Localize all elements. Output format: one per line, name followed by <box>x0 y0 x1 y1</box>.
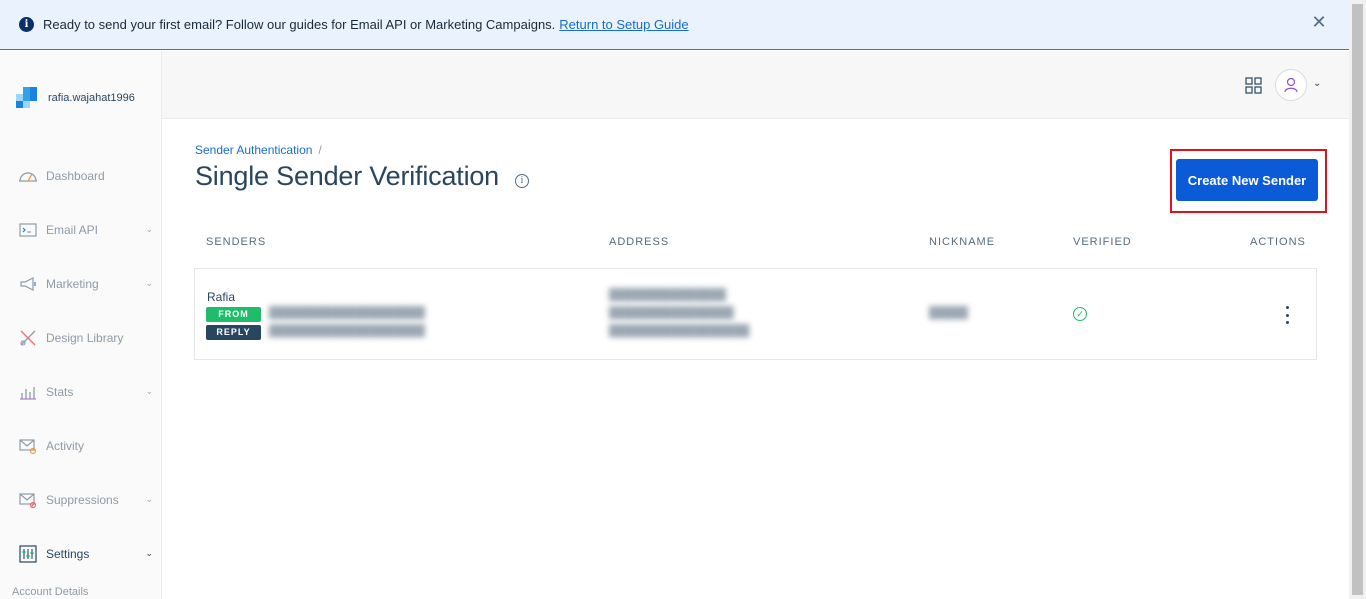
page-title: Single Sender Verification <box>195 161 499 191</box>
chevron-down-icon: ⌄ <box>145 278 153 288</box>
sidebar-item-label: Settings <box>46 547 90 561</box>
design-library-icon <box>18 328 38 348</box>
chevron-down-icon: ⌄ <box>145 548 153 558</box>
megaphone-icon <box>18 274 38 294</box>
app-grid-icon[interactable] <box>1245 77 1262 94</box>
sidebar-item-activity[interactable]: Activity <box>0 431 161 461</box>
more-actions-icon[interactable] <box>1280 305 1294 325</box>
from-badge: FROM <box>206 307 261 322</box>
create-new-sender-button[interactable]: Create New Sender <box>1176 159 1318 201</box>
reply-badge: REPLY <box>206 325 261 340</box>
info-icon: i <box>19 17 34 32</box>
sidebar-item-label: Email API <box>46 223 99 237</box>
column-header-address: ADDRESS <box>609 236 670 248</box>
sendgrid-logo-icon <box>16 87 38 109</box>
sidebar-item-label: Suppressions <box>46 493 119 507</box>
sidebar-item-design-library[interactable]: Design Library <box>0 323 161 353</box>
close-icon[interactable]: ✕ <box>1311 13 1327 31</box>
table-row: Rafia FROM REPLY ████████████████████ ██… <box>194 268 1317 360</box>
chevron-down-icon: ⌄ <box>145 224 153 234</box>
stats-icon <box>18 382 38 402</box>
redacted-address-line-1: ███████████████ <box>609 289 726 301</box>
sidebar-subitem-account-details[interactable]: Account Details <box>12 586 88 598</box>
settings-icon <box>18 544 38 564</box>
scrollbar-thumb[interactable] <box>1352 4 1363 595</box>
user-icon <box>1284 77 1298 93</box>
chevron-down-icon: ⌄ <box>145 494 153 504</box>
suppressions-icon <box>18 490 38 510</box>
sidebar-item-suppressions[interactable]: Suppressions ⌄ <box>0 485 161 515</box>
info-icon[interactable]: i <box>515 174 529 188</box>
column-header-verified: VERIFIED <box>1073 236 1132 248</box>
breadcrumb-sender-authentication[interactable]: Sender Authentication <box>195 143 312 157</box>
sender-name: Rafia <box>207 290 236 304</box>
scrollbar[interactable] <box>1349 0 1366 599</box>
verified-check-icon: ✓ <box>1073 307 1087 321</box>
column-header-actions: ACTIONS <box>1250 236 1306 248</box>
sidebar-item-settings[interactable]: Settings ⌄ <box>0 539 161 569</box>
activity-icon <box>18 436 38 456</box>
sidebar-item-label: Marketing <box>46 277 99 291</box>
sidebar-item-label: Activity <box>46 439 85 453</box>
redacted-reply-email: ████████████████████ <box>269 325 425 337</box>
redacted-nickname: █████ <box>929 307 968 319</box>
sidebar-item-label: Dashboard <box>46 169 105 183</box>
redacted-address-line-2: ████████████████ <box>609 307 734 319</box>
redacted-address-line-3: ██████████████████ <box>609 325 750 337</box>
chevron-down-icon: ⌄ <box>145 386 153 396</box>
chevron-down-icon[interactable]: ⌄ <box>1313 78 1321 89</box>
sidebar-item-stats[interactable]: Stats ⌄ <box>0 377 161 407</box>
sidebar-item-label: Design Library <box>46 331 124 345</box>
sidebar-item-label: Stats <box>46 385 74 399</box>
user-avatar[interactable] <box>1275 69 1307 101</box>
sidebar-item-email-api[interactable]: Email API ⌄ <box>0 215 161 245</box>
breadcrumb: Sender Authentication / <box>195 143 322 157</box>
dashboard-icon <box>18 166 38 186</box>
top-header: ⌄ <box>162 51 1349 119</box>
email-api-icon <box>18 220 38 240</box>
banner-message: Ready to send your first email? Follow o… <box>43 17 556 32</box>
sidebar-item-marketing[interactable]: Marketing ⌄ <box>0 269 161 299</box>
account-name: rafia.wajahat1996 <box>48 92 135 104</box>
column-header-senders: SENDERS <box>206 236 267 248</box>
sidebar: rafia.wajahat1996 Dashboard Email API ⌄ … <box>0 51 162 599</box>
setup-banner: i Ready to send your first email? Follow… <box>0 0 1349 50</box>
account-switcher[interactable]: rafia.wajahat1996 <box>16 87 140 109</box>
redacted-from-email: ████████████████████ <box>269 307 425 319</box>
column-header-nickname: NICKNAME <box>929 236 996 248</box>
setup-guide-link[interactable]: Return to Setup Guide <box>559 17 688 32</box>
breadcrumb-separator: / <box>318 143 322 157</box>
sidebar-item-dashboard[interactable]: Dashboard <box>0 161 161 191</box>
